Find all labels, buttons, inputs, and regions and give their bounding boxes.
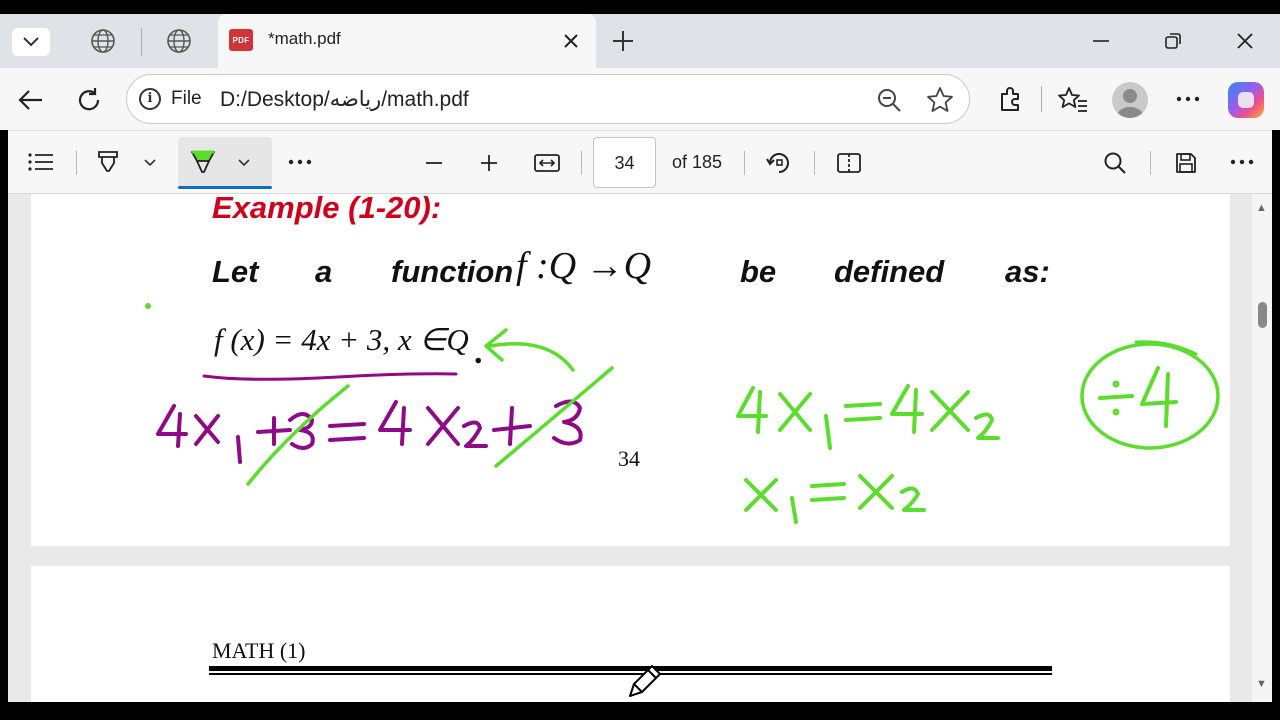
save-icon[interactable] <box>1172 149 1200 177</box>
text-word: as: <box>1005 254 1050 289</box>
address-scheme: File <box>171 88 202 109</box>
tab-strip: PDF *math.pdf <box>0 14 1280 68</box>
toolbar-separator <box>76 151 77 175</box>
more-icon[interactable] <box>1172 84 1204 114</box>
function-mapping: f :Q →Q <box>516 245 652 287</box>
minimize-icon[interactable] <box>1086 28 1116 54</box>
text-word: be <box>740 254 777 289</box>
tab-list-chevron-down-icon[interactable] <box>12 28 50 56</box>
globe-icon[interactable] <box>164 26 194 56</box>
active-tool-indicator <box>178 186 272 189</box>
close-window-icon[interactable] <box>1230 27 1260 55</box>
close-tab-icon[interactable] <box>558 28 584 54</box>
refresh-icon[interactable] <box>72 83 106 117</box>
info-icon[interactable]: i <box>139 88 161 110</box>
address-field[interactable]: i File D:/Desktop/رياضه/math.pdf <box>126 74 970 124</box>
tab-separator <box>141 28 142 56</box>
toolbar-separator <box>581 151 582 175</box>
page-count: of 185 <box>672 152 723 172</box>
globe-icon[interactable] <box>88 26 118 56</box>
toolbar-separator <box>744 151 745 175</box>
more-options-icon[interactable] <box>1228 153 1256 171</box>
scroll-thumb[interactable] <box>1258 302 1267 328</box>
header-rule <box>209 666 1052 671</box>
toolbar-separator <box>1150 151 1151 175</box>
pdf-page-35: MATH (1) <box>31 566 1230 702</box>
address-bar-row: i File D:/Desktop/رياضه/math.pdf <box>0 68 1280 130</box>
more-tools-icon[interactable] <box>286 153 314 171</box>
favorite-star-icon[interactable] <box>925 85 955 115</box>
highlight-button[interactable] <box>178 137 272 189</box>
zoom-out-icon[interactable] <box>875 86 903 114</box>
rotate-icon[interactable] <box>764 148 794 178</box>
example-title: Example (1-20): <box>212 194 442 225</box>
scroll-up-icon[interactable]: ▲ <box>1256 202 1267 214</box>
text-word: a <box>315 254 333 289</box>
zoom-out-icon[interactable] <box>422 151 446 175</box>
text-word: defined <box>834 254 945 289</box>
definition-period: . <box>474 334 483 371</box>
search-icon[interactable] <box>1101 149 1129 177</box>
text-word: Let <box>212 254 259 289</box>
contents-icon[interactable] <box>26 149 56 175</box>
address-url[interactable]: D:/Desktop/رياضه/math.pdf <box>220 87 469 112</box>
extensions-icon[interactable] <box>994 82 1026 116</box>
draw-options-chevron-down-icon[interactable] <box>140 155 160 171</box>
page-number-text: 34 <box>618 446 640 471</box>
function-definition: f (x) = 4x + 3, x ∈Q <box>214 322 469 357</box>
draw-icon[interactable] <box>94 147 122 177</box>
new-tab-plus-icon[interactable] <box>608 26 638 56</box>
header-rule <box>209 673 1052 675</box>
restore-icon[interactable] <box>1158 27 1188 55</box>
highlight-options-chevron-down-icon[interactable] <box>234 155 254 171</box>
toolbar-separator <box>1041 86 1042 112</box>
vertical-scrollbar[interactable]: ▲ ▼ <box>1252 194 1272 702</box>
text-word: function <box>391 254 514 289</box>
fit-width-icon[interactable] <box>532 149 562 177</box>
back-icon[interactable] <box>14 84 48 116</box>
page-view-icon[interactable] <box>834 149 864 177</box>
pdf-toolbar: 34 of 185 <box>8 130 1272 194</box>
pdf-viewport[interactable]: Example (1-20): Let a function f :Q →Q b… <box>8 194 1272 702</box>
zoom-in-plus-icon[interactable] <box>477 151 501 175</box>
tab-title: *math.pdf <box>268 29 341 48</box>
toolbar-separator <box>814 151 815 175</box>
pdf-page-34: Example (1-20): Let a function f :Q →Q b… <box>31 194 1230 546</box>
active-tab[interactable]: PDF *math.pdf <box>218 14 596 68</box>
copilot-icon[interactable] <box>1228 82 1264 118</box>
page-header: MATH (1) <box>212 638 306 663</box>
highlight-icon <box>188 147 218 177</box>
scroll-down-icon[interactable]: ▼ <box>1256 678 1267 690</box>
page-number-input[interactable]: 34 <box>593 137 656 188</box>
pdf-file-icon: PDF <box>229 29 253 51</box>
profile-avatar[interactable] <box>1112 82 1148 118</box>
favorites-icon[interactable] <box>1056 82 1090 116</box>
